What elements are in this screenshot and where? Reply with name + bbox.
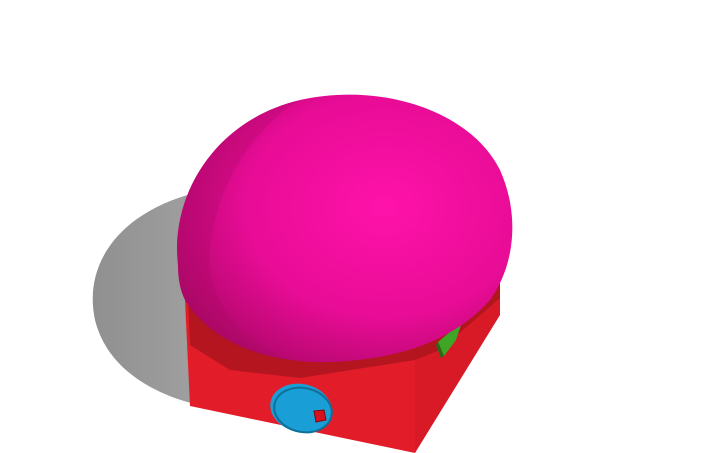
3d-viewport[interactable] <box>0 0 725 453</box>
door-knob[interactable] <box>313 409 327 423</box>
scene-canvas[interactable] <box>0 0 725 453</box>
